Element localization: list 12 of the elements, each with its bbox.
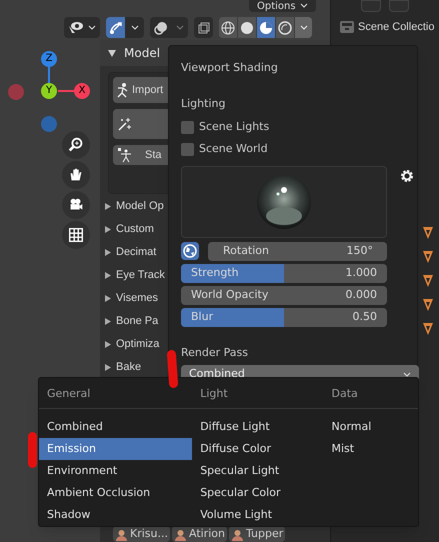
section-label: Lighting — [181, 96, 226, 112]
supporter-name: Tupper — [246, 526, 284, 542]
popover-title: Viewport Shading — [181, 60, 279, 76]
menu-heading: Light — [192, 378, 324, 409]
section-label: Render Pass — [181, 345, 249, 361]
checkbox-label: Scene Lights — [199, 118, 270, 135]
menu-heading: Data — [324, 378, 418, 409]
supporter-name: Atirion — [188, 526, 225, 542]
panel-title: Model — [124, 45, 160, 62]
button-label: Import — [132, 82, 164, 98]
checkbox-label: Scene World — [199, 140, 268, 157]
supporter-name: Krisu... — [130, 526, 168, 542]
